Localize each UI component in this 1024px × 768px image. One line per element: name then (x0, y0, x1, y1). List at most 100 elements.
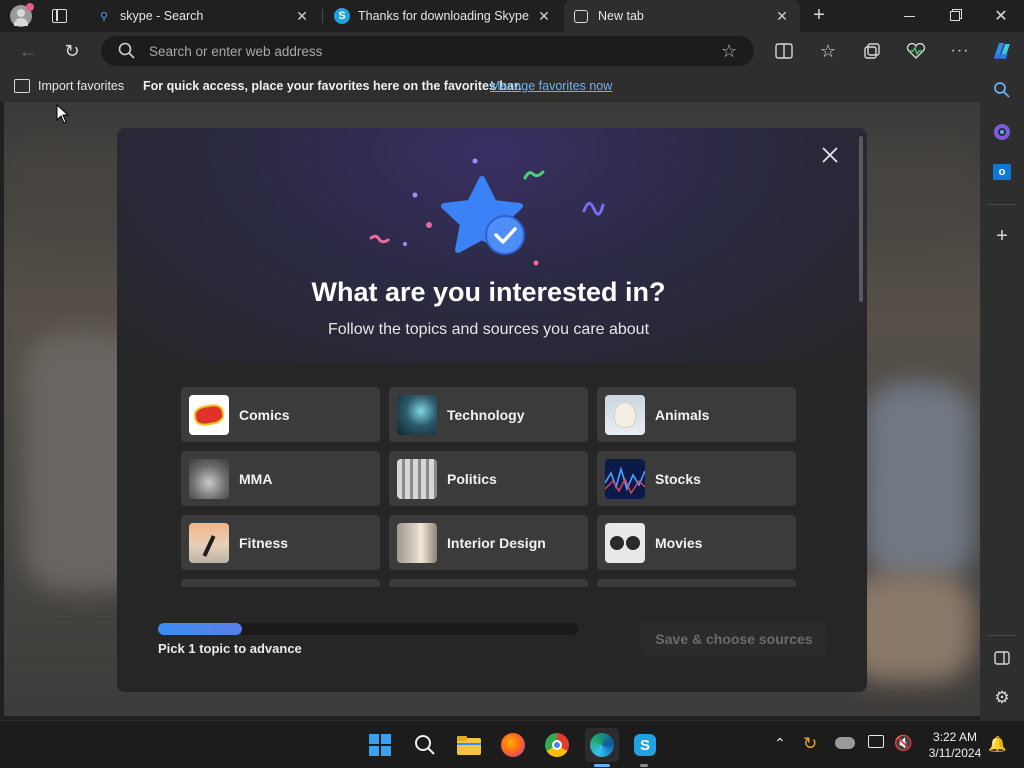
politics-thumbnail (397, 458, 437, 499)
interior-design-thumbnail (397, 522, 437, 563)
search-icon: ⚲ (99, 10, 109, 23)
topic-fitness[interactable]: Fitness (181, 515, 380, 570)
clock-time[interactable]: 3:22 AM (920, 730, 990, 744)
app-indicator (640, 764, 648, 767)
outlook-icon[interactable]: o (990, 160, 1014, 184)
address-placeholder: Search or enter web address (149, 44, 323, 59)
topic-label: Movies (655, 534, 703, 551)
chrome-icon[interactable] (541, 729, 573, 761)
progress-bar (158, 623, 578, 635)
browser-essentials-icon[interactable] (904, 39, 928, 63)
windows-taskbar: S ⌃ ↻ 🔇 3:22 AM 3/11/2024 🔔 (0, 720, 1024, 768)
topic-label: Animals (655, 406, 710, 423)
minimize-button[interactable] (886, 0, 932, 32)
favorite-star-icon[interactable]: ☆ (721, 41, 737, 62)
address-bar[interactable]: Search or enter web address ☆ (101, 36, 754, 66)
firefox-icon[interactable] (497, 729, 529, 761)
close-tab-icon[interactable]: ✕ (536, 8, 552, 24)
favorites-icon[interactable]: ☆ (816, 39, 840, 63)
topic-row-partial (181, 579, 380, 587)
network-icon[interactable] (868, 735, 884, 748)
topic-comics[interactable]: Comics (181, 387, 380, 442)
more-options-icon[interactable]: ··· (948, 39, 972, 63)
tab-thanks-skype[interactable]: S Thanks for downloading Skype ✕ (324, 0, 562, 32)
volume-muted-icon[interactable]: 🔇 (894, 734, 913, 752)
import-favorites-icon (14, 79, 30, 93)
split-screen-icon[interactable] (772, 39, 796, 63)
progress-label: Pick 1 topic to advance (158, 641, 302, 656)
skype-taskbar-icon[interactable]: S (629, 729, 661, 761)
close-tab-icon[interactable]: ✕ (774, 8, 790, 24)
tab-title: skype - Search (120, 9, 204, 23)
show-hidden-icons-chevron[interactable]: ⌃ (774, 735, 786, 752)
clock-date[interactable]: 3/11/2024 (920, 746, 990, 760)
profile-avatar[interactable] (10, 3, 34, 27)
topic-label: Fitness (239, 534, 289, 551)
topic-mma[interactable]: MMA (181, 451, 380, 506)
topic-technology[interactable]: Technology (389, 387, 588, 442)
copilot-icon[interactable] (990, 39, 1014, 63)
refresh-icon[interactable]: ↻ (60, 39, 84, 63)
tab-new-tab[interactable]: New tab ✕ (564, 0, 800, 32)
sidebar-settings-icon[interactable]: ⚙ (990, 686, 1014, 710)
tab-title: New tab (598, 9, 644, 23)
windows-start-icon[interactable] (364, 729, 396, 761)
close-window-button[interactable]: ✕ (978, 0, 1024, 32)
animals-thumbnail (605, 394, 645, 435)
topic-politics[interactable]: Politics (389, 451, 588, 506)
restore-button[interactable] (932, 0, 978, 32)
search-icon[interactable] (990, 78, 1014, 102)
movies-thumbnail (605, 522, 645, 563)
favorites-bar: Import favorites For quick access, place… (0, 70, 980, 102)
close-dialog-button[interactable] (817, 142, 843, 168)
topic-interior-design[interactable]: Interior Design (389, 515, 588, 570)
search-icon (118, 42, 136, 60)
skype-icon: S (334, 8, 350, 24)
topic-animals[interactable]: Animals (597, 387, 796, 442)
topic-label: MMA (239, 470, 273, 487)
manage-favorites-link[interactable]: Manage favorites now (490, 79, 612, 93)
edge-sidebar: o + ⚙ (980, 70, 1024, 720)
topic-movies[interactable]: Movies (597, 515, 796, 570)
sync-status-icon[interactable]: ↻ (803, 734, 817, 754)
topic-label: Politics (447, 470, 497, 487)
taskbar-search-icon[interactable] (409, 729, 441, 761)
progress-fill (158, 623, 242, 635)
topic-row-partial (389, 579, 588, 587)
new-tab-button[interactable]: + (808, 4, 830, 26)
new-tab-page-icon (574, 9, 588, 23)
tab-actions-icon[interactable] (52, 9, 67, 23)
stocks-thumbnail (605, 458, 645, 499)
import-favorites-button[interactable]: Import favorites (38, 79, 124, 93)
interests-dialog: What are you interested in? Follow the t… (117, 128, 867, 692)
topic-stocks[interactable]: Stocks (597, 451, 796, 506)
collections-icon[interactable] (860, 39, 884, 63)
fitness-thumbnail (189, 522, 229, 563)
save-choose-sources-button[interactable]: Save & choose sources (641, 622, 827, 656)
back-icon[interactable]: ← (16, 39, 40, 63)
close-tab-icon[interactable]: ✕ (294, 8, 310, 24)
topic-label: Interior Design (447, 534, 546, 551)
hide-sidebar-icon[interactable] (990, 646, 1014, 670)
star-check-illustration (362, 153, 612, 273)
favorites-hint: For quick access, place your favorites h… (143, 79, 522, 93)
topic-row-partial (597, 579, 796, 587)
tab-strip: ⚲ skype - Search ✕ S Thanks for download… (0, 0, 1024, 32)
dialog-scrollbar[interactable] (859, 136, 863, 302)
onedrive-icon[interactable] (835, 737, 855, 749)
tab-title: Thanks for downloading Skype (358, 9, 529, 23)
mma-thumbnail (189, 458, 229, 499)
dialog-subtitle: Follow the topics and sources you care a… (327, 321, 650, 338)
notifications-bell-icon[interactable]: 🔔 (988, 735, 1007, 753)
tab-skype-search[interactable]: ⚲ skype - Search ✕ (86, 0, 320, 32)
navigation-toolbar: ← ↻ Search or enter web address ☆ ☆ ··· (0, 32, 1024, 70)
mouse-cursor (56, 103, 70, 124)
edge-icon[interactable] (585, 728, 619, 762)
technology-thumbnail (397, 394, 437, 435)
file-explorer-icon[interactable] (453, 729, 485, 761)
dialog-title: What are you interested in? (311, 277, 666, 307)
copilot-sidebar-icon[interactable] (990, 120, 1014, 144)
comics-thumbnail (189, 394, 229, 435)
topic-label: Technology (447, 406, 525, 423)
add-sidebar-app-icon[interactable]: + (990, 224, 1014, 248)
